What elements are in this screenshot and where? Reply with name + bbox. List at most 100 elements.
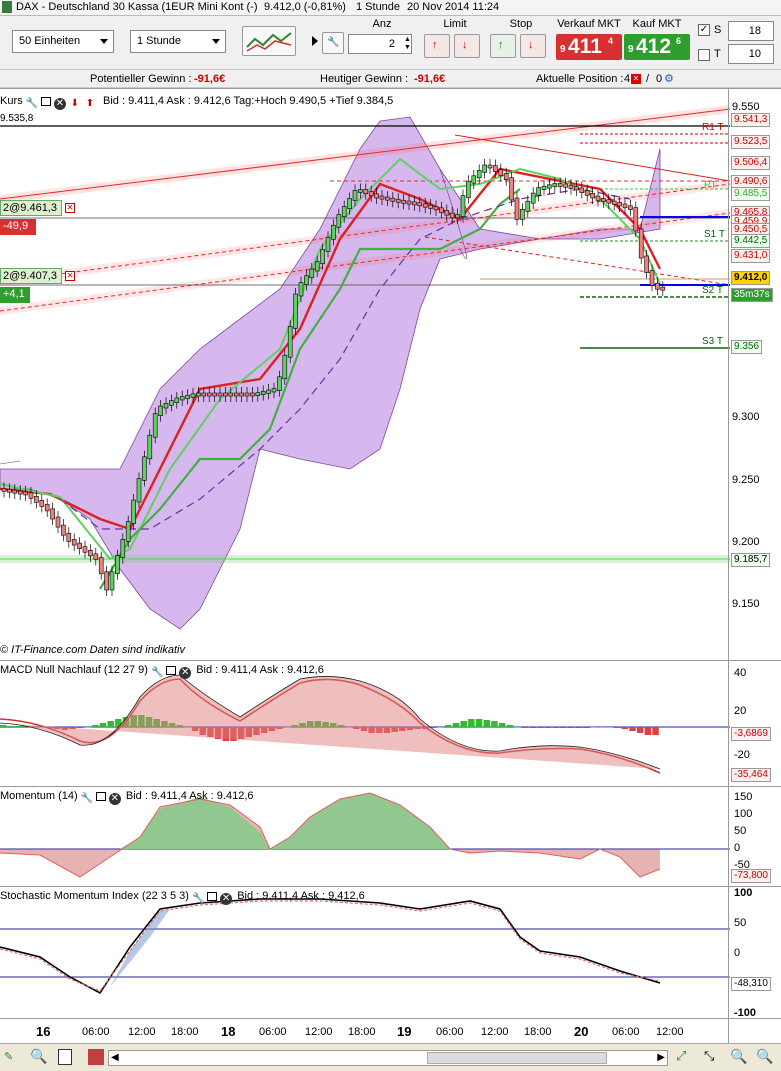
candle-body xyxy=(206,392,212,397)
candle-body xyxy=(471,175,477,184)
today-gain-value: -91,6€ xyxy=(414,73,446,85)
time-tick: 12:00 xyxy=(656,1026,684,1038)
s-input[interactable]: 18 xyxy=(728,21,774,41)
macd-histogram-bar xyxy=(452,723,460,727)
horizontal-scrollbar[interactable]: ◀ ▶ xyxy=(108,1050,668,1066)
sell-decimal: 4 xyxy=(608,36,614,46)
zoom-in-icon[interactable]: 🔍 xyxy=(756,1048,773,1065)
sell-main: 411 xyxy=(568,35,602,58)
wrench-icon[interactable]: 🔧 xyxy=(81,793,93,805)
momentum-header: Momentum (14) 🔧 ✕ Bid : 9.411,4 Ask : 9.… xyxy=(0,789,254,805)
axis-tick: 9.250 xyxy=(732,474,760,486)
close-icon[interactable]: ✕ xyxy=(220,893,233,905)
pivot-label: S1 T xyxy=(704,229,725,240)
t-value: 10 xyxy=(748,48,761,60)
chevron-down-icon xyxy=(100,39,108,44)
close-icon[interactable]: ✕ xyxy=(179,667,192,679)
bar-chart-icon[interactable] xyxy=(88,1049,104,1065)
candle-body xyxy=(379,195,385,200)
zoom-out-icon[interactable]: 🔍 xyxy=(730,1048,747,1065)
scroll-right-icon[interactable]: ▶ xyxy=(657,1052,665,1063)
scroll-left-icon[interactable]: ◀ xyxy=(111,1052,119,1063)
wrench-button[interactable]: 🔧 xyxy=(322,32,344,54)
time-tick: 06:00 xyxy=(259,1026,287,1038)
axis-tick: 20 xyxy=(734,705,747,717)
play-icon[interactable] xyxy=(312,36,318,46)
document-icon[interactable] xyxy=(58,1049,72,1065)
candle-body xyxy=(363,189,369,194)
candle-body xyxy=(190,393,196,398)
title-date: 20 Nov 2014 11:24 xyxy=(407,1,500,13)
interval-dropdown[interactable]: 1 Stunde xyxy=(130,30,226,53)
sell-label: Verkauf MKT xyxy=(557,18,621,30)
scroll-thumb[interactable] xyxy=(427,1052,607,1064)
order-label-2[interactable]: 2@9.407,3 xyxy=(0,268,62,284)
candle-body xyxy=(331,224,336,240)
zoom-fit-icon[interactable]: ⤢ xyxy=(676,1048,686,1064)
panel-name: Momentum (14) xyxy=(0,790,78,802)
title-timeframe: 1 Stunde xyxy=(356,1,401,13)
window-icon[interactable] xyxy=(95,792,106,801)
close-icon[interactable]: ✕ xyxy=(108,793,121,805)
limit-buy-button[interactable]: ↑ xyxy=(424,34,450,58)
time-axis: 16 06:00 12:00 18:00 18 06:00 12:00 18:0… xyxy=(0,1018,781,1044)
stop-sell-button[interactable]: ↓ xyxy=(520,34,546,58)
sell-market-button[interactable]: 9 411 4 xyxy=(556,34,622,60)
window-icon[interactable] xyxy=(166,666,177,675)
candle-body xyxy=(401,199,406,204)
macd-histogram-bar xyxy=(468,719,475,727)
macd-histogram-bar xyxy=(636,727,644,733)
close-position-icon[interactable]: ✕ xyxy=(631,74,641,84)
close-order-icon[interactable]: ✕ xyxy=(65,271,75,281)
macd-histogram-bar xyxy=(445,725,452,727)
anz-stepper[interactable]: ▲ ▼ xyxy=(404,36,411,52)
axis-tick: 50 xyxy=(734,825,747,837)
wrench-icon[interactable]: 🔧 xyxy=(151,667,163,679)
s-checkbox[interactable]: ✓ xyxy=(698,24,710,36)
candle-body xyxy=(433,206,439,211)
candle-body xyxy=(514,197,520,220)
gear-icon[interactable]: ⚙ xyxy=(664,70,674,88)
stochastic-header: Stochastic Momentum Index (22 3 5 3) 🔧 ✕… xyxy=(0,889,365,905)
t-input[interactable]: 10 xyxy=(728,44,774,64)
value-tag: -3,6869 xyxy=(731,727,771,741)
t-checkbox[interactable] xyxy=(698,49,710,61)
candle-body xyxy=(44,504,50,512)
buy-prefix: 9 xyxy=(628,44,634,55)
wrench-icon[interactable]: 🔧 xyxy=(192,893,204,905)
stop-buy-button[interactable]: ↑ xyxy=(490,34,516,58)
candle-body xyxy=(23,491,28,496)
fullscreen-icon[interactable]: ⤡ xyxy=(704,1048,714,1064)
candle-body xyxy=(493,165,498,172)
magnifier-icon[interactable]: 🔍 xyxy=(30,1048,47,1065)
candle-body xyxy=(595,195,601,201)
candle-body xyxy=(55,516,61,528)
candle-body xyxy=(260,391,266,396)
macd-histogram-bar xyxy=(560,727,567,728)
candle-body xyxy=(358,189,363,193)
time-tick: 12:00 xyxy=(481,1026,509,1038)
candle-body xyxy=(422,203,428,208)
anz-input[interactable]: 2 xyxy=(348,34,412,54)
window-icon[interactable] xyxy=(207,892,218,901)
time-tick: 19 xyxy=(397,1024,412,1039)
units-dropdown[interactable]: 50 Einheiten xyxy=(12,30,114,53)
close-order-icon[interactable]: ✕ xyxy=(65,203,75,213)
macd-histogram-bar xyxy=(537,727,544,728)
order-label-1[interactable]: 2@9.461,3 xyxy=(0,200,62,216)
macd-histogram-bar xyxy=(606,727,613,728)
candle-body xyxy=(120,539,126,558)
buy-market-button[interactable]: 9 412 6 xyxy=(624,34,690,60)
macd-histogram-bar xyxy=(552,727,560,728)
chart-type-button[interactable] xyxy=(242,26,296,56)
stochastic-chart xyxy=(0,898,730,995)
limit-sell-button[interactable]: ↓ xyxy=(454,34,480,58)
candle-body xyxy=(622,203,628,209)
candle-body xyxy=(50,508,55,520)
candle-body xyxy=(93,553,99,560)
draw-line-icon[interactable]: ✎ xyxy=(4,1050,13,1063)
candle-body xyxy=(525,200,531,212)
candle-body xyxy=(498,169,504,176)
wrench-icon: 🔧 xyxy=(327,37,340,48)
today-gain-label: Heutiger Gewinn : xyxy=(320,73,409,85)
